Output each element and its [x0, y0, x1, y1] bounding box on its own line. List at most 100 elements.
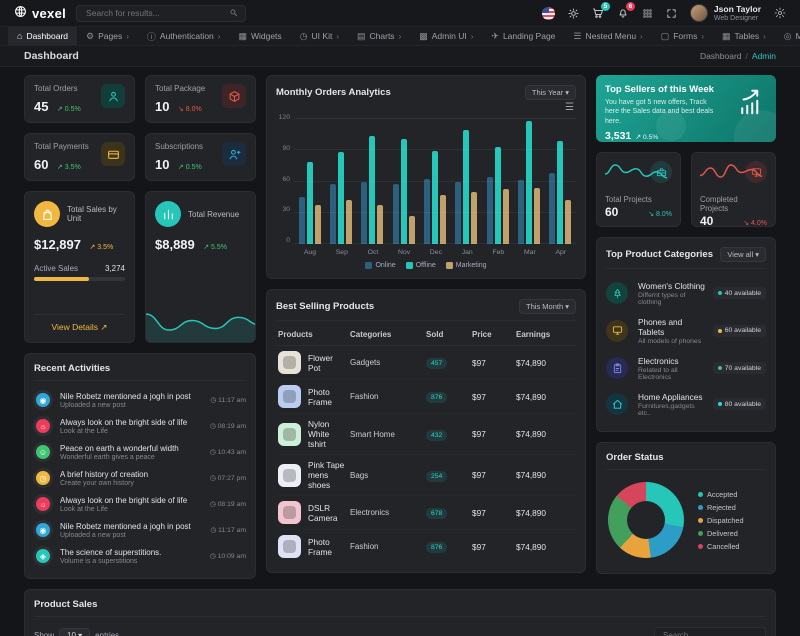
bar-group-nov[interactable] [393, 114, 415, 244]
vexel-logo[interactable]: vexel [14, 5, 66, 21]
nav-item-charts[interactable]: ▤ Charts› [348, 27, 410, 45]
category-item[interactable]: Phones and TabletsAll models of phones 6… [606, 311, 766, 350]
logo-text: vexel [32, 6, 66, 21]
breadcrumb-item[interactable]: Dashboard [700, 51, 742, 61]
chevron-right-icon: › [471, 32, 474, 41]
activity-item[interactable]: ◈ The science of superstitions.Volume is… [34, 543, 246, 569]
table-search[interactable] [654, 627, 766, 636]
best-selling-row[interactable]: Flower Pot Gadgets 457 $97 $74,890 [276, 346, 576, 380]
bar-group-dec[interactable] [424, 114, 446, 244]
nav-item-maps[interactable]: ◎ Maps› [775, 27, 800, 45]
legend-marketing: Marketing [446, 262, 487, 269]
nav-item-forms[interactable]: ▢ Forms› [652, 27, 713, 45]
cart-icon[interactable]: 5 [592, 7, 604, 19]
chevron-right-icon: › [763, 32, 766, 41]
person-icon [107, 90, 120, 103]
best-selling-row[interactable]: Photo Frame Fashion 876 $97 $74,890 [276, 530, 576, 563]
nav-item-pages[interactable]: ⚙ Pages› [77, 27, 138, 45]
nav-item-widgets[interactable]: ▦ Widgets [229, 27, 290, 45]
categories-title: Top Product Categories [606, 249, 713, 260]
trend-up-icon: ↗ 3.5% [57, 164, 81, 171]
activity-item[interactable]: ☺ Peace on earth a wonderful widthWonder… [34, 439, 246, 465]
sales-value: $12,897 [34, 237, 81, 252]
best-selling-row[interactable]: Photo Frame Fashion 876 $97 $74,890 [276, 380, 576, 414]
notifications-bell-icon[interactable]: 6 [617, 7, 629, 19]
entries-select[interactable]: 10 ▾ [59, 628, 90, 636]
activity-item[interactable]: ◉ Nile Robetz mentioned a jogh in postUp… [34, 517, 246, 543]
chart-menu-icon[interactable]: ☰ [276, 103, 574, 113]
user-name: Json Taylor [714, 4, 761, 14]
bar-online [549, 173, 555, 245]
avatar [690, 4, 708, 22]
year-filter-dropdown[interactable]: This Year ▾ [525, 85, 576, 100]
available-badge: 80 available [713, 398, 766, 410]
best-selling-rows: Flower Pot Gadgets 457 $97 $74,890 Photo… [276, 346, 576, 563]
revenue-change: ↗ 5.5% [203, 244, 227, 251]
settings-gear-icon[interactable] [774, 7, 786, 19]
nav-item-authentication[interactable]: ⓘ Authentication› [138, 27, 230, 45]
nav-item-nested-menu[interactable]: ☰ Nested Menu› [564, 27, 651, 45]
apps-grid-icon[interactable] [642, 8, 653, 19]
best-selling-row[interactable]: Pink Tape mens shoes Bags 254 $97 $74,89… [276, 455, 576, 496]
view-details-link[interactable]: View Details ↗ [34, 314, 125, 333]
bar-group-sep[interactable] [330, 114, 352, 244]
table-search-input[interactable] [661, 630, 759, 636]
bar-group-aug[interactable] [299, 114, 321, 244]
bar-group-oct[interactable] [361, 114, 383, 244]
chevron-right-icon: › [701, 32, 704, 41]
nav-item-dashboard[interactable]: ⌂ Dashboard [8, 27, 77, 45]
category-item[interactable]: ElectronicsRelated to all Electronics 70… [606, 350, 766, 386]
bar-marketing [503, 189, 509, 244]
clipboard-icon [612, 363, 623, 374]
available-badge: 40 available [713, 287, 766, 299]
theme-sun-icon[interactable] [568, 8, 579, 19]
user-menu[interactable]: Json Taylor Web Designer [690, 4, 761, 22]
column-sold: Sold [426, 330, 468, 339]
bar-offline [557, 141, 563, 244]
globe-icon [14, 5, 27, 18]
activity-item[interactable]: ☼ Always look on the bright side of life… [34, 491, 246, 517]
global-search[interactable] [76, 5, 246, 22]
bar-group-feb[interactable] [487, 114, 509, 244]
best-selling-row[interactable]: DSLR Camera Electronics 678 $97 $74,890 [276, 496, 576, 530]
activity-item[interactable]: ◉ Nile Robetz mentioned a jogh in postUp… [34, 387, 246, 413]
entries-label: entries [95, 631, 119, 636]
stat-card-total-payments: Total Payments 60 ↗ 3.5% [24, 133, 135, 181]
home-icon [612, 399, 623, 410]
bar-group-mar[interactable] [518, 114, 540, 244]
bar-offline [307, 162, 313, 244]
bar-offline [369, 136, 375, 244]
category-item[interactable]: Home AppliancesFurnitures,gadgets etc.. … [606, 386, 766, 422]
orders-chart-title: Monthly Orders Analytics [276, 87, 391, 98]
admin-icon: ▩ [419, 31, 428, 42]
bar-group-apr[interactable] [549, 114, 571, 244]
month-filter-dropdown[interactable]: This Month ▾ [519, 299, 576, 314]
bar-marketing [471, 192, 477, 244]
display-icon [612, 325, 623, 336]
language-flag-icon[interactable] [542, 7, 555, 20]
chevron-right-icon: › [126, 32, 129, 41]
camera-icon: ◉ [36, 523, 50, 537]
nav-item-landing-page[interactable]: ✈ Landing Page [482, 27, 564, 45]
fullscreen-icon[interactable] [666, 8, 677, 19]
category-item[interactable]: Women's ClothingDiffernt types of clothi… [606, 275, 766, 311]
cart-badge: 5 [601, 2, 610, 11]
bar-offline [495, 147, 501, 245]
nav-item-ui-kit[interactable]: ◷ UI Kit› [291, 27, 348, 45]
activity-item[interactable]: ☼ Always look on the bright side of life… [34, 413, 246, 439]
monthly-orders-card: Monthly Orders Analytics This Year ▾ ☰ 1… [266, 75, 586, 279]
activity-item[interactable]: ◷ A brief history of creationCreate your… [34, 465, 246, 491]
nav-item-admin-ui[interactable]: ▩ Admin UI› [410, 27, 482, 45]
bar-group-jan[interactable] [455, 114, 477, 244]
best-selling-row[interactable]: Nylon White tshirt Smart Home 432 $97 $7… [276, 414, 576, 455]
trend-down-icon: ↘ 8.0% [178, 106, 202, 113]
projects-cards: Total Projects 60 ↘ 8.0% Completed Proje… [596, 152, 776, 227]
stat-card-subscriptions: Subscriptions 10 ↗ 0.5% [145, 133, 256, 181]
main-nav: ⌂ Dashboard ⚙ Pages› ⓘ Authentication› ▦… [0, 27, 800, 46]
sun-icon [568, 8, 579, 19]
card-icon [107, 148, 120, 161]
bar-offline [526, 121, 532, 245]
search-input[interactable] [84, 7, 229, 19]
nav-item-tables[interactable]: ▦ Tables› [713, 27, 775, 45]
view-all-dropdown[interactable]: View all ▾ [720, 247, 766, 262]
